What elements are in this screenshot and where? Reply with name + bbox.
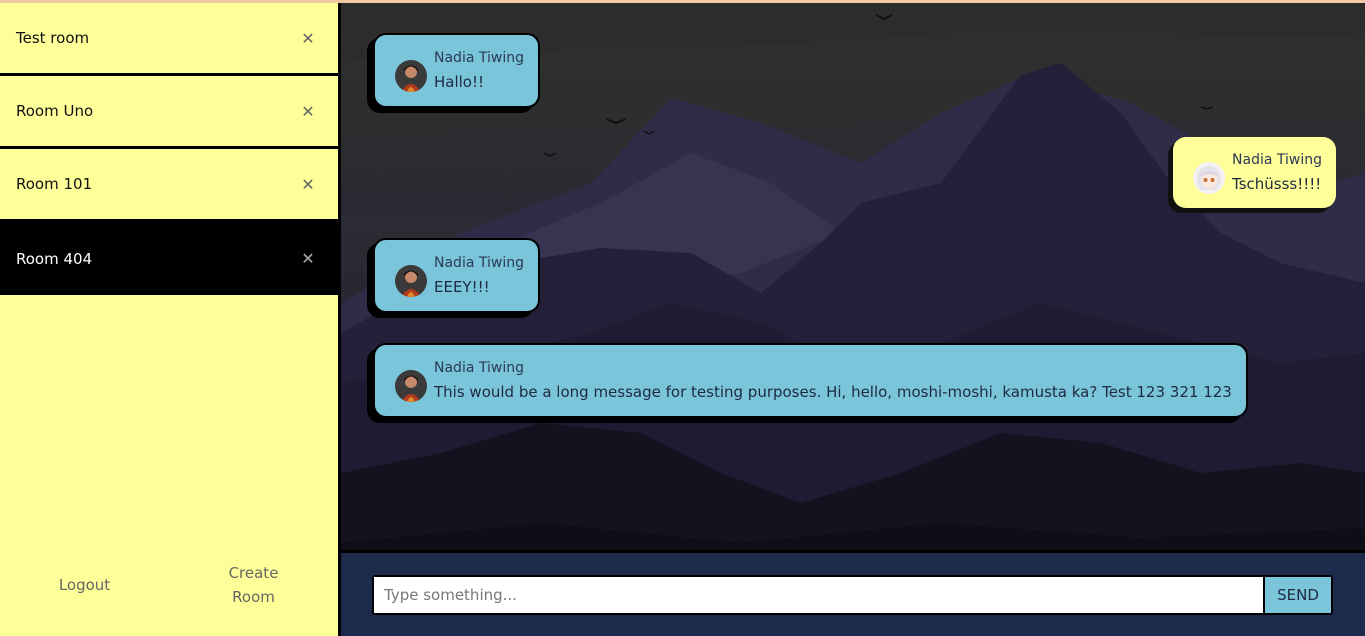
- chat-main: Nadia Tiwing Hallo!! Nadia Tiwing Tschüs…: [341, 3, 1365, 636]
- close-icon[interactable]: ✕: [298, 29, 318, 48]
- anime-avatar-icon: [1193, 162, 1226, 194]
- message-author: Nadia Tiwing: [434, 255, 524, 271]
- message-bubble: Nadia Tiwing Hallo!!: [373, 33, 540, 108]
- message-author: Nadia Tiwing: [434, 50, 524, 66]
- room-name: Room Uno: [16, 102, 94, 120]
- message-bubble: Nadia Tiwing EEEY!!!: [373, 238, 540, 313]
- composer-bar: SEND: [341, 550, 1365, 636]
- message-text: EEEY!!!: [434, 278, 490, 296]
- create-room-label-line2: Room: [232, 588, 275, 606]
- send-button[interactable]: SEND: [1263, 577, 1331, 613]
- room-name: Test room: [16, 29, 90, 47]
- close-icon[interactable]: ✕: [298, 102, 318, 121]
- create-room-label-line1: Create: [228, 564, 279, 582]
- create-room-button[interactable]: Create Room: [209, 561, 299, 609]
- sidebar-footer: Logout Create Room: [0, 560, 338, 610]
- room-item-room-404[interactable]: Room 404 ✕: [0, 222, 338, 295]
- logout-button[interactable]: Logout: [40, 573, 130, 597]
- message-author: Nadia Tiwing: [434, 360, 524, 376]
- room-sidebar: Test room ✕ Room Uno ✕ Room 101 ✕ Room 4…: [0, 3, 341, 636]
- logout-label: Logout: [58, 576, 111, 594]
- room-name: Room 404: [16, 249, 93, 268]
- chat-app: Test room ✕ Room Uno ✕ Room 101 ✕ Room 4…: [0, 3, 1365, 636]
- person-avatar-icon: [395, 370, 427, 402]
- composer: SEND: [372, 575, 1333, 615]
- room-item-room-101[interactable]: Room 101 ✕: [0, 149, 338, 222]
- message-bubble-own: Nadia Tiwing Tschüsss!!!!: [1173, 137, 1336, 208]
- room-name: Room 101: [16, 175, 93, 193]
- message-input[interactable]: [374, 577, 1263, 613]
- message-text: This would be a long message for testing…: [434, 383, 1232, 401]
- room-item-room-uno[interactable]: Room Uno ✕: [0, 76, 338, 149]
- message-author: Nadia Tiwing: [1232, 152, 1322, 168]
- message-text: Hallo!!: [434, 73, 485, 91]
- person-avatar-icon: [395, 60, 427, 92]
- message-bubble: Nadia Tiwing This would be a long messag…: [373, 343, 1248, 418]
- close-icon[interactable]: ✕: [298, 249, 318, 268]
- message-list: Nadia Tiwing Hallo!! Nadia Tiwing Tschüs…: [341, 3, 1365, 551]
- message-text: Tschüsss!!!!: [1232, 175, 1322, 193]
- person-avatar-icon: [395, 265, 427, 297]
- room-item-test-room[interactable]: Test room ✕: [0, 3, 338, 76]
- close-icon[interactable]: ✕: [298, 175, 318, 194]
